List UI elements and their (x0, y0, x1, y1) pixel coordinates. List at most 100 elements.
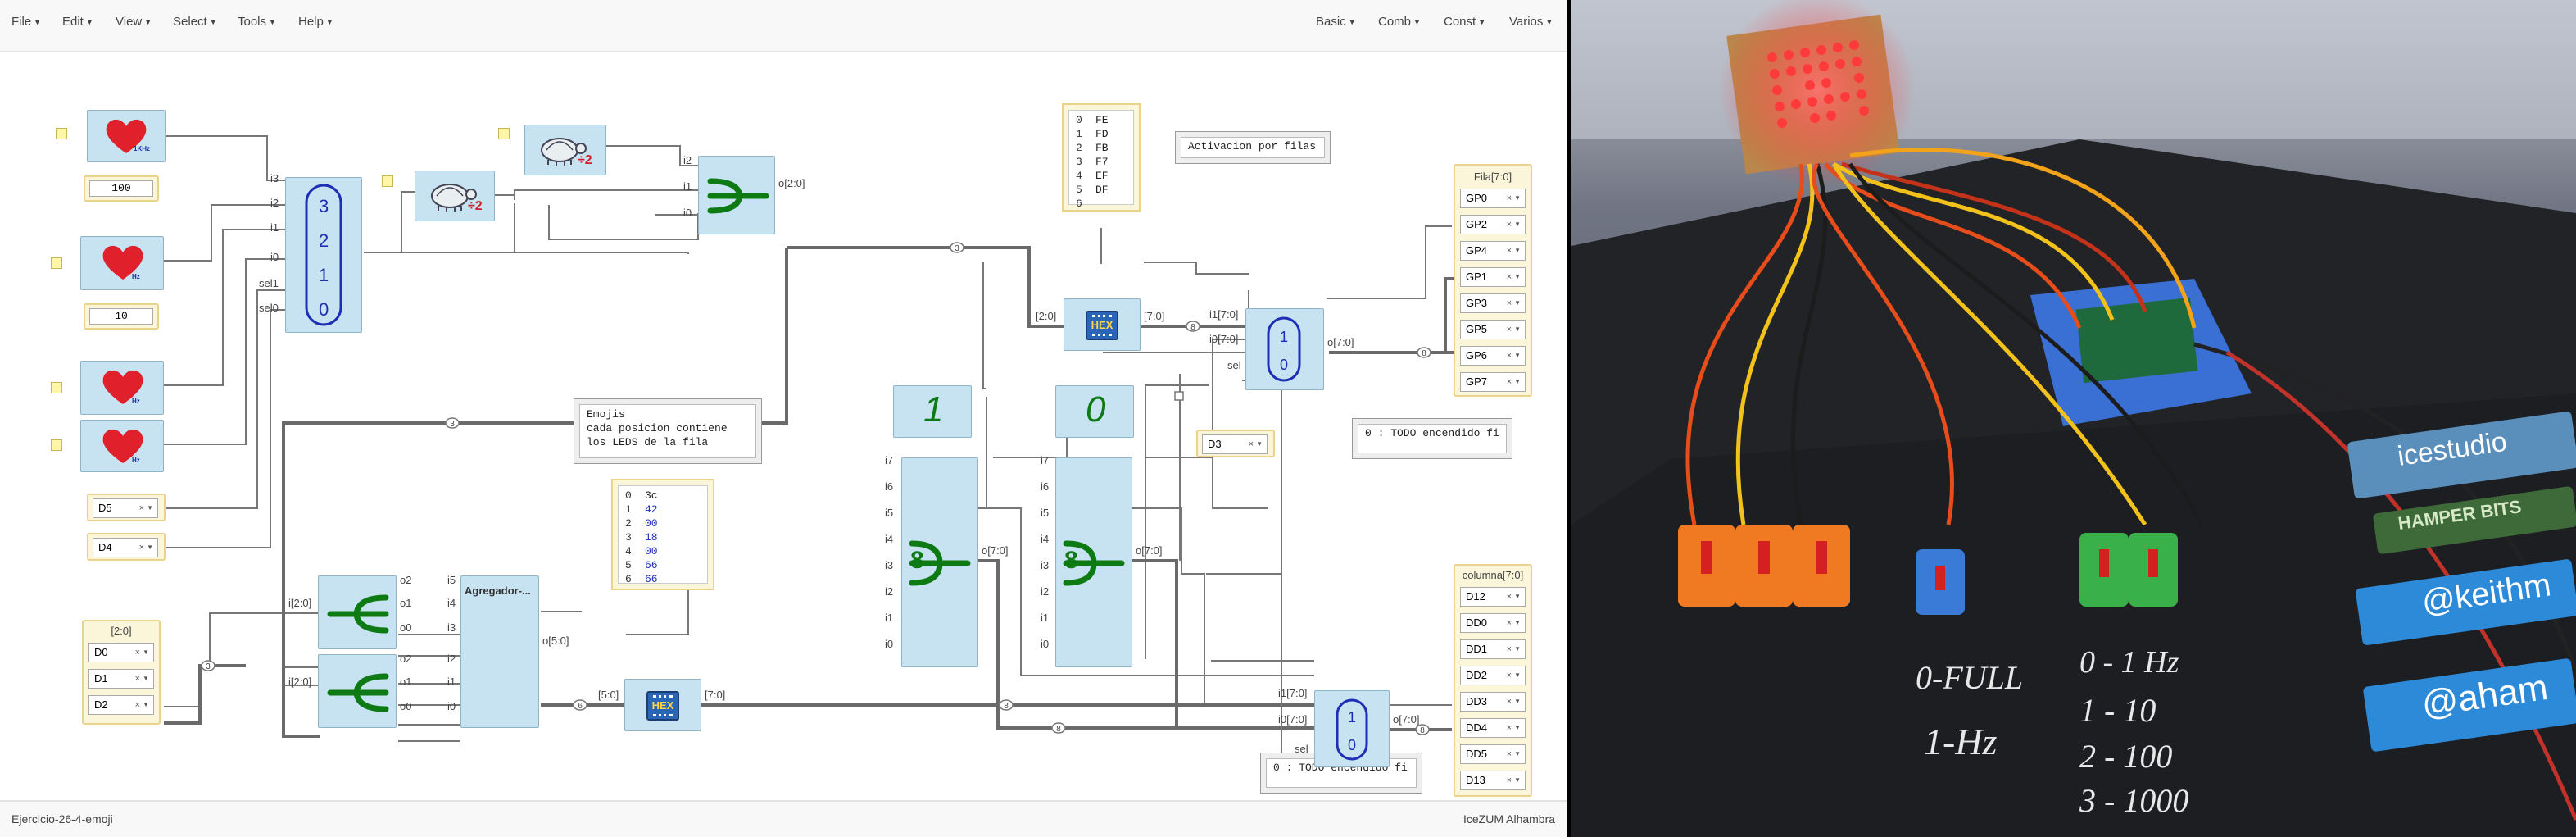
mux2-top-i0: i0[7:0] (1209, 333, 1239, 345)
columna-pin-0[interactable]: D12 × ▼ (1460, 587, 1526, 607)
mux4-port-sel0: sel0 (259, 302, 279, 314)
mux2-bottom-v0: 0 (1348, 737, 1357, 753)
ag-i1: i1 (447, 676, 456, 688)
columna-pin-2[interactable]: DD1 × ▼ (1460, 639, 1526, 659)
fila-pin-5[interactable]: GP5 × ▼ (1460, 320, 1526, 339)
bus-input-pin-0[interactable]: D0 × ▼ (88, 643, 154, 662)
hex-row-in: [2:0] (1036, 310, 1057, 322)
jr-i3: i3 (1041, 559, 1050, 571)
hex-row-block[interactable]: HEX (1064, 298, 1141, 351)
menu-tools[interactable]: Tools ▼ (238, 15, 276, 29)
divider-1-block[interactable]: ÷2 (524, 125, 606, 175)
input-d4-select[interactable]: D4 × ▼ (93, 538, 158, 557)
clock-enable-4[interactable] (51, 439, 62, 451)
jl-i3: i3 (885, 559, 894, 571)
divider-2-enable[interactable] (382, 175, 393, 187)
mux2-bottom-i0: i0[7:0] (1278, 713, 1308, 726)
menu-edit[interactable]: Edit ▼ (62, 15, 93, 29)
fila-pin-0[interactable]: GP0 × ▼ (1460, 189, 1526, 208)
mux4-port-i3: i3 (270, 172, 279, 184)
mux2-bottom-block[interactable]: 1 0 (1314, 690, 1390, 767)
mux2-bottom-v1: 1 (1348, 709, 1357, 726)
circuit-canvas[interactable]: 3 3 3 8 8 8 8 6 8 1KHz 100 Hz 10 Hz Hz D… (0, 52, 1567, 798)
columna-pin-1[interactable]: DD0 × ▼ (1460, 613, 1526, 633)
bus-join-3-block[interactable] (698, 156, 775, 234)
columna-pin-3[interactable]: DD2 × ▼ (1460, 666, 1526, 685)
mux4-v0: 0 (319, 299, 329, 320)
clock-1-freq: 1KHz (134, 145, 151, 152)
columna-output-block[interactable]: columna[7:0] D12 × ▼ DD0 × ▼ DD1 × ▼ DD2 × ▼ DD3… (1454, 564, 1532, 797)
menu-select[interactable]: Select ▼ (173, 15, 217, 29)
mux4-block[interactable]: 3 2 1 0 (285, 177, 362, 333)
menu-file[interactable]: File ▼ (11, 15, 41, 29)
input-d4-block[interactable]: D4 × ▼ (87, 533, 166, 561)
mux2-bottom-out: o[7:0] (1393, 713, 1420, 726)
const-zero-block[interactable]: 0 (1055, 385, 1134, 438)
clock-enable-1[interactable] (56, 128, 67, 139)
fila-pin-2[interactable]: GP4 × ▼ (1460, 241, 1526, 261)
splitter-2[interactable] (318, 654, 397, 728)
const-10-value[interactable]: 10 (89, 308, 153, 325)
const-one-block[interactable]: 1 (893, 385, 972, 438)
menu-view[interactable]: View ▼ (116, 15, 152, 29)
memory-rows-block[interactable]: 0 FE 1 FD 2 FB 3 F7 4 EF 5 DF 6 (1062, 103, 1141, 212)
jr-i7: i7 (1041, 454, 1050, 466)
menu-basic[interactable]: Basic ▼ (1316, 15, 1356, 29)
bus-input-pin-1[interactable]: D1 × ▼ (88, 669, 154, 689)
columna-pin-7[interactable]: D13 × ▼ (1460, 771, 1526, 790)
clock-enable-3[interactable] (51, 382, 62, 393)
memory-emoji-block[interactable]: 0 3c 1 42 2 00 3 18 4 00 5 66 6 66 (611, 479, 714, 590)
divider-1-enable[interactable] (498, 128, 510, 139)
memory-rows-table[interactable]: 0 FE 1 FD 2 FB 3 F7 4 EF 5 DF 6 (1068, 110, 1134, 210)
fila-title: Fila[7:0] (1473, 171, 1512, 183)
clock-hz-block-2[interactable]: Hz (80, 361, 164, 415)
clock-hz-block-1[interactable]: Hz (80, 236, 164, 290)
input-d5-block[interactable]: D5 × ▼ (87, 494, 166, 521)
note-emojis[interactable]: Emojis cada posicion contiene los LEDS d… (574, 398, 762, 464)
const-100-block[interactable]: 100 (84, 175, 159, 202)
jl-out: o[7:0] (982, 544, 1009, 557)
note-todo-1[interactable]: 0 : TODO encendido fi (1352, 418, 1512, 459)
jl-i0: i0 (885, 638, 894, 650)
menu-const[interactable]: Const ▼ (1444, 15, 1485, 29)
agregador-block[interactable]: Agregador-... (460, 575, 539, 728)
fila-pin-7[interactable]: GP7 × ▼ (1460, 372, 1526, 392)
columna-pin-4[interactable]: DD3 × ▼ (1460, 692, 1526, 712)
divider-2-block[interactable]: ÷2 (415, 171, 495, 221)
splitter-1[interactable] (318, 575, 397, 649)
columna-pin-5[interactable]: DD4 × ▼ (1460, 718, 1526, 738)
fila-pin-6[interactable]: GP6 × ▼ (1460, 346, 1526, 366)
fila-pin-1[interactable]: GP2 × ▼ (1460, 215, 1526, 234)
clock-4-freq: Hz (132, 457, 140, 464)
bus-join-8-right[interactable]: 8 (1055, 457, 1132, 667)
bus-tag-8b-label: 8 (1422, 349, 1426, 358)
join-port-i2: i2 (683, 154, 692, 166)
menu-varios[interactable]: Varios ▼ (1509, 15, 1553, 29)
input-d3-select[interactable]: D3 × ▼ (1202, 434, 1268, 454)
fila-pin-3[interactable]: GP1 × ▼ (1460, 267, 1526, 287)
hex-emoji-block[interactable]: HEX (624, 679, 701, 731)
jr-i0: i0 (1041, 638, 1050, 650)
mux2-top-block[interactable]: 1 0 (1245, 308, 1324, 390)
bus-input-block[interactable]: [2:0] D0 × ▼ D1 × ▼ D2 × ▼ (82, 620, 161, 725)
clock-hz-block-3[interactable]: Hz (80, 420, 164, 472)
clock-1khz-block[interactable]: 1KHz (87, 110, 166, 162)
input-d3-block[interactable]: D3 × ▼ (1196, 430, 1275, 457)
note-activacion[interactable]: Activacion por filas (1175, 131, 1331, 164)
bus-join-8-left[interactable]: 8 (901, 457, 978, 667)
jl-i4: i4 (885, 533, 894, 545)
memory-emoji-table[interactable]: 0 3c 1 42 2 00 3 18 4 00 5 66 6 66 (618, 485, 708, 585)
columna-pin-6[interactable]: DD5 × ▼ (1460, 744, 1526, 764)
const-100-value[interactable]: 100 (89, 180, 153, 197)
input-d5-select[interactable]: D5 × ▼ (93, 498, 158, 518)
menu-comb[interactable]: Comb ▼ (1378, 15, 1421, 29)
bus-input-pin-2[interactable]: D2 × ▼ (88, 695, 154, 715)
menu-help[interactable]: Help ▼ (298, 15, 333, 29)
ag-i2: i2 (447, 653, 456, 665)
fila-output-block[interactable]: Fila[7:0] GP0 × ▼ GP2 × ▼ GP4 × ▼ GP1 × ▼ GP3 × ▼ … (1454, 164, 1532, 397)
hex-row-out: [7:0] (1144, 310, 1165, 322)
mux2-top-v0: 0 (1280, 357, 1289, 373)
const-10-block[interactable]: 10 (84, 303, 159, 330)
fila-pin-4[interactable]: GP3 × ▼ (1460, 293, 1526, 313)
clock-enable-2[interactable] (51, 257, 62, 269)
